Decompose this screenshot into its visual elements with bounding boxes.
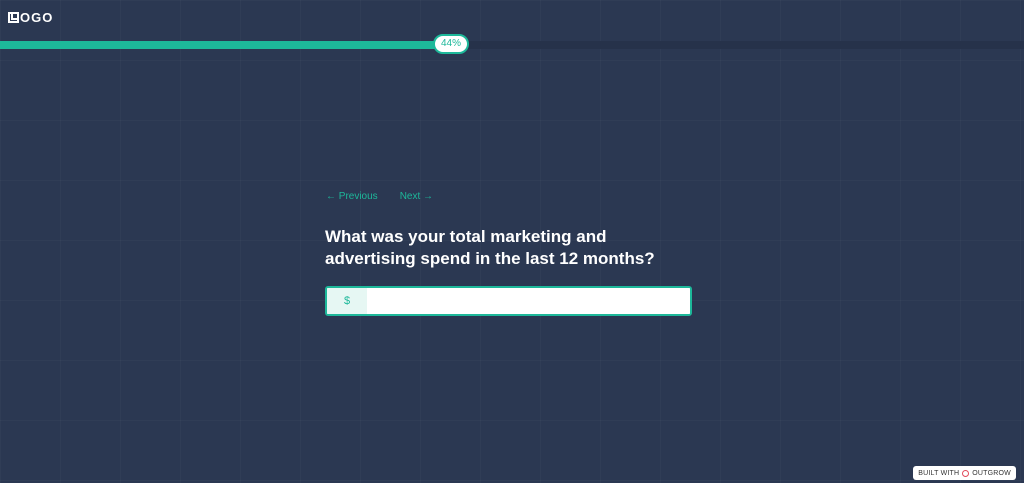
amount-input[interactable]: [367, 288, 690, 314]
progress-badge: 44%: [433, 34, 469, 54]
amount-field[interactable]: $: [325, 286, 692, 316]
outgrow-logo-icon: [962, 469, 970, 477]
progress-bar: 44%: [0, 34, 1024, 54]
previous-button[interactable]: ← Previous: [326, 191, 378, 202]
currency-prefix: $: [327, 288, 367, 314]
progress-fill: [0, 41, 451, 49]
logo: OGO: [8, 10, 53, 25]
brand-label: OUTGROW: [972, 469, 1011, 477]
next-button[interactable]: Next →: [400, 191, 433, 202]
built-with-label: BUILT WITH: [918, 469, 960, 477]
question-nav: ← Previous Next →: [326, 191, 433, 202]
logo-mark-icon: [8, 12, 19, 23]
logo-text: OGO: [20, 10, 54, 25]
question-title: What was your total marketing and advert…: [325, 227, 655, 268]
built-with-badge[interactable]: BUILT WITH OUTGROW: [913, 466, 1016, 480]
